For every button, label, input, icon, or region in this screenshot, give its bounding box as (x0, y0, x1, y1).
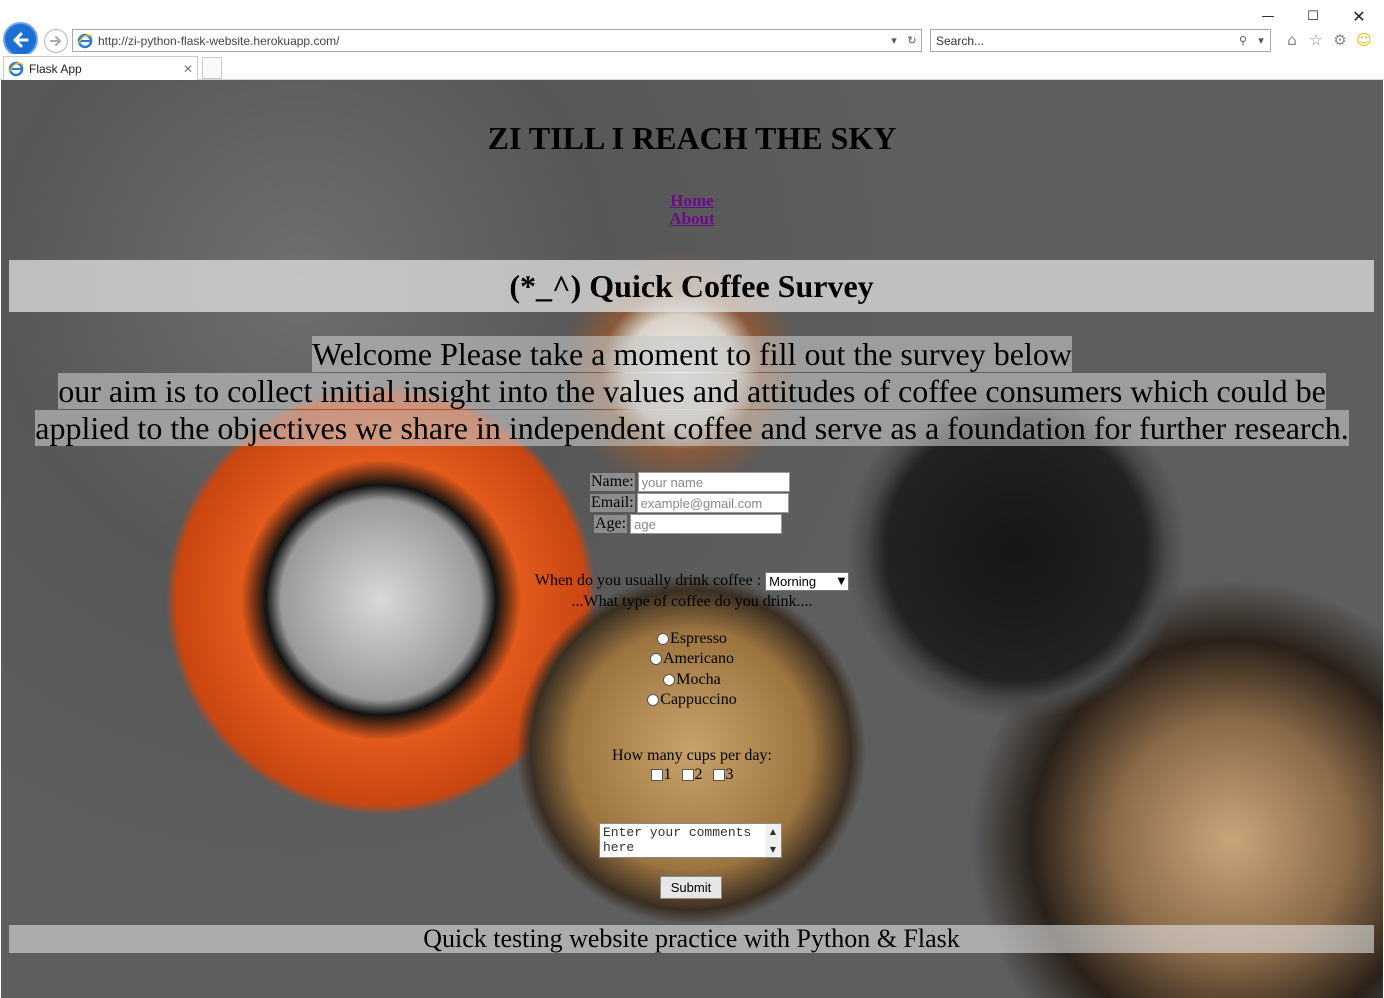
when-label: When do you usually drink coffee : (534, 572, 762, 590)
site-title: ZI TILL I REACH THE SKY (487, 120, 897, 156)
email-label: Email: (590, 494, 635, 512)
checkbox-label: 3 (725, 766, 734, 783)
tab-label: Flask App (29, 61, 82, 76)
comments-textarea[interactable]: Enter your comments here ▲ ▼ (599, 823, 782, 858)
search-icon[interactable]: ⚲ (1234, 31, 1252, 51)
close-window-icon[interactable]: ✕ (1336, 4, 1382, 28)
age-input[interactable]: age (630, 514, 783, 534)
when-selected-value: Morning (769, 574, 817, 589)
comments-placeholder: Enter your comments here (603, 825, 752, 855)
survey-title: (*_^) Quick Coffee Survey (9, 260, 1374, 312)
ie-icon (77, 33, 93, 48)
settings-gear-icon[interactable]: ⚙ (1330, 30, 1350, 50)
radio-label: Cappuccino (660, 691, 737, 708)
radio-label: Americano (662, 650, 735, 667)
maximize-icon[interactable]: ☐ (1290, 4, 1336, 28)
tab-row: Flask App ✕ (0, 54, 1384, 80)
page-viewport: ZI TILL I REACH THE SKY Home About (*_^)… (1, 80, 1383, 998)
email-row: Email: example@gmail.com (590, 493, 789, 513)
new-tab-button[interactable] (202, 57, 222, 79)
favorites-star-icon[interactable]: ☆ (1306, 30, 1326, 50)
address-bar[interactable]: http://zi-python-flask-website.herokuapp… (72, 29, 922, 52)
tab-flask-app[interactable]: Flask App ✕ (3, 56, 198, 80)
nav-links: Home About (1, 192, 1383, 228)
address-dropdown-icon[interactable]: ▾ (885, 31, 903, 51)
scroll-down-icon[interactable]: ▼ (770, 842, 776, 857)
nav-home-link[interactable]: Home (1, 192, 1383, 210)
email-input[interactable]: example@gmail.com (636, 493, 789, 513)
scroll-up-icon[interactable]: ▲ (770, 824, 776, 839)
refresh-icon[interactable]: ↻ (903, 31, 921, 51)
cups-label: How many cups per day: (612, 747, 772, 764)
radio-americano[interactable]: Americano (1, 650, 1383, 668)
ie-tab-icon (8, 61, 24, 76)
age-row: Age: age (594, 514, 783, 534)
nav-about-link[interactable]: About (1, 210, 1383, 228)
radio-label: Mocha (676, 671, 721, 688)
back-button[interactable] (3, 22, 38, 57)
textarea-scrollbar[interactable]: ▲ ▼ (765, 824, 781, 857)
intro-text: Welcome Please take a moment to fill out… (1, 336, 1383, 447)
browser-toolbar: ⌂ ☆ ⚙ ☺ (1282, 30, 1374, 50)
name-input[interactable]: your name (637, 472, 790, 492)
smiley-feedback-icon[interactable]: ☺ (1354, 30, 1374, 50)
radio-mocha[interactable]: Mocha (1, 671, 1383, 689)
checkbox-1[interactable] (650, 769, 663, 782)
forward-button[interactable] (44, 29, 68, 53)
checkbox-2[interactable] (681, 769, 694, 782)
radio-button[interactable] (647, 694, 660, 707)
submit-button[interactable]: Submit (660, 876, 722, 899)
name-row: Name: your name (590, 472, 790, 492)
radio-button[interactable] (649, 653, 662, 666)
search-box[interactable]: Search... ⚲ ▾ (930, 29, 1271, 52)
intro-line-2: our aim is to collect initial insight in… (58, 373, 1326, 409)
search-input[interactable]: Search... (936, 34, 1234, 48)
when-select[interactable]: Morning ▼ (765, 572, 850, 591)
minimize-icon[interactable]: — (1245, 4, 1291, 28)
radio-cappuccino[interactable]: Cappuccino (1, 691, 1383, 709)
browser-titlebar: — ☐ ✕ http://zi-python-flask-website.her… (0, 0, 1384, 57)
radio-button[interactable] (657, 633, 670, 646)
name-label: Name: (590, 473, 635, 491)
checkbox-label: 1 (663, 766, 672, 783)
radio-espresso[interactable]: Espresso (1, 630, 1383, 648)
url-text[interactable]: http://zi-python-flask-website.herokuapp… (98, 34, 885, 48)
tab-close-icon[interactable]: ✕ (179, 62, 197, 76)
back-icon (13, 32, 28, 47)
when-row: When do you usually drink coffee : Morni… (1, 572, 1383, 591)
checkbox-label: 2 (694, 766, 703, 783)
coffee-type-label: ...What type of coffee do you drink.... (571, 593, 813, 610)
footer-text: Quick testing website practice with Pyth… (9, 924, 1374, 953)
checkbox-3[interactable] (712, 769, 725, 782)
intro-line-1: Welcome Please take a moment to fill out… (312, 336, 1072, 372)
search-dropdown-icon[interactable]: ▾ (1252, 31, 1270, 51)
home-icon[interactable]: ⌂ (1282, 30, 1302, 50)
intro-line-3: applied to the objectives we share in in… (35, 410, 1349, 446)
cups-checkboxes: 1 2 3 (1, 766, 1383, 784)
radio-label: Espresso (670, 630, 727, 647)
radio-button[interactable] (663, 674, 676, 687)
age-label: Age: (594, 515, 628, 533)
chevron-down-icon: ▼ (837, 576, 846, 587)
forward-icon (50, 36, 62, 46)
